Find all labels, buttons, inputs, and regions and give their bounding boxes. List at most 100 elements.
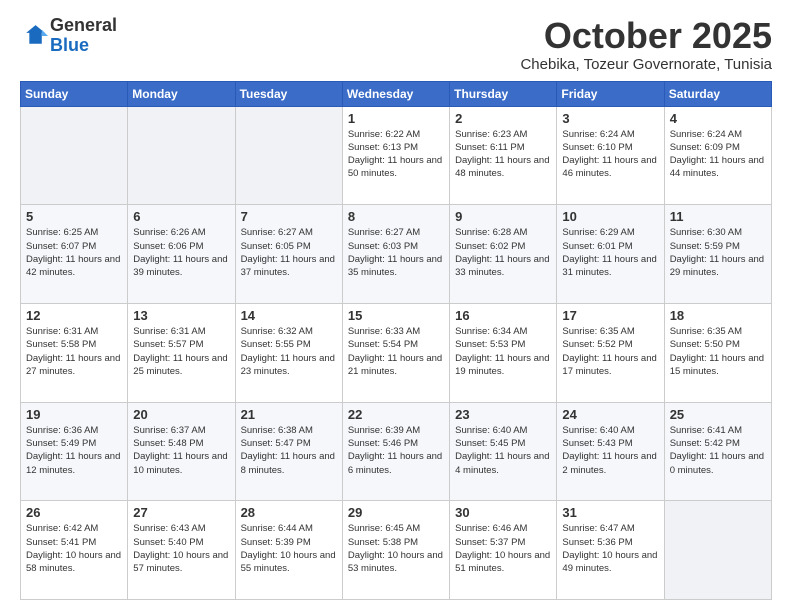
day-info: Sunrise: 6:28 AM Sunset: 6:02 PM Dayligh… bbox=[455, 226, 551, 279]
day-info: Sunrise: 6:34 AM Sunset: 5:53 PM Dayligh… bbox=[455, 325, 551, 378]
title-block: October 2025 Chebika, Tozeur Governorate… bbox=[520, 16, 772, 73]
day-number: 18 bbox=[670, 308, 766, 323]
table-row: 30 Sunrise: 6:46 AM Sunset: 5:37 PM Dayli… bbox=[450, 501, 557, 600]
day-number: 8 bbox=[348, 209, 444, 224]
day-number: 6 bbox=[133, 209, 229, 224]
day-number: 29 bbox=[348, 505, 444, 520]
table-row: 24 Sunrise: 6:40 AM Sunset: 5:43 PM Dayli… bbox=[557, 402, 664, 501]
table-row: 6 Sunrise: 6:26 AM Sunset: 6:06 PM Daylig… bbox=[128, 205, 235, 304]
table-row: 26Sunrise: 6:42 AM Sunset: 5:41 PM Dayli… bbox=[21, 501, 128, 600]
table-row bbox=[235, 106, 342, 205]
day-info: Sunrise: 6:24 AM Sunset: 6:09 PM Dayligh… bbox=[670, 128, 766, 181]
logo-blue: Blue bbox=[50, 36, 117, 56]
calendar-week-row: 26Sunrise: 6:42 AM Sunset: 5:41 PM Dayli… bbox=[21, 501, 772, 600]
col-sunday: Sunday bbox=[21, 81, 128, 106]
day-number: 28 bbox=[241, 505, 337, 520]
day-info: Sunrise: 6:30 AM Sunset: 5:59 PM Dayligh… bbox=[670, 226, 766, 279]
col-tuesday: Tuesday bbox=[235, 81, 342, 106]
day-info: Sunrise: 6:35 AM Sunset: 5:50 PM Dayligh… bbox=[670, 325, 766, 378]
day-number: 14 bbox=[241, 308, 337, 323]
table-row: 12Sunrise: 6:31 AM Sunset: 5:58 PM Dayli… bbox=[21, 303, 128, 402]
calendar-week-row: 19Sunrise: 6:36 AM Sunset: 5:49 PM Dayli… bbox=[21, 402, 772, 501]
day-number: 10 bbox=[562, 209, 658, 224]
logo-general: General bbox=[50, 16, 117, 36]
col-wednesday: Wednesday bbox=[342, 81, 449, 106]
day-info: Sunrise: 6:32 AM Sunset: 5:55 PM Dayligh… bbox=[241, 325, 337, 378]
day-number: 30 bbox=[455, 505, 551, 520]
day-number: 19 bbox=[26, 407, 122, 422]
table-row: 1Sunrise: 6:22 AM Sunset: 6:13 PM Daylig… bbox=[342, 106, 449, 205]
day-number: 3 bbox=[562, 111, 658, 126]
table-row bbox=[21, 106, 128, 205]
table-row: 18 Sunrise: 6:35 AM Sunset: 5:50 PM Dayli… bbox=[664, 303, 771, 402]
table-row: 3Sunrise: 6:24 AM Sunset: 6:10 PM Daylig… bbox=[557, 106, 664, 205]
day-info: Sunrise: 6:40 AM Sunset: 5:45 PM Dayligh… bbox=[455, 424, 551, 477]
table-row: 27 Sunrise: 6:43 AM Sunset: 5:40 PM Dayli… bbox=[128, 501, 235, 600]
table-row bbox=[664, 501, 771, 600]
day-info: Sunrise: 6:27 AM Sunset: 6:03 PM Dayligh… bbox=[348, 226, 444, 279]
col-friday: Friday bbox=[557, 81, 664, 106]
table-row: 16 Sunrise: 6:34 AM Sunset: 5:53 PM Dayli… bbox=[450, 303, 557, 402]
day-info: Sunrise: 6:43 AM Sunset: 5:40 PM Dayligh… bbox=[133, 522, 229, 575]
day-number: 2 bbox=[455, 111, 551, 126]
day-info: Sunrise: 6:39 AM Sunset: 5:46 PM Dayligh… bbox=[348, 424, 444, 477]
day-number: 23 bbox=[455, 407, 551, 422]
day-info: Sunrise: 6:23 AM Sunset: 6:11 PM Dayligh… bbox=[455, 128, 551, 181]
table-row: 10 Sunrise: 6:29 AM Sunset: 6:01 PM Dayli… bbox=[557, 205, 664, 304]
day-info: Sunrise: 6:46 AM Sunset: 5:37 PM Dayligh… bbox=[455, 522, 551, 575]
day-number: 7 bbox=[241, 209, 337, 224]
day-info: Sunrise: 6:45 AM Sunset: 5:38 PM Dayligh… bbox=[348, 522, 444, 575]
day-info: Sunrise: 6:37 AM Sunset: 5:48 PM Dayligh… bbox=[133, 424, 229, 477]
calendar: Sunday Monday Tuesday Wednesday Thursday… bbox=[20, 81, 772, 600]
day-info: Sunrise: 6:22 AM Sunset: 6:13 PM Dayligh… bbox=[348, 128, 444, 181]
day-number: 31 bbox=[562, 505, 658, 520]
day-number: 11 bbox=[670, 209, 766, 224]
table-row: 19Sunrise: 6:36 AM Sunset: 5:49 PM Dayli… bbox=[21, 402, 128, 501]
table-row: 5 Sunrise: 6:25 AM Sunset: 6:07 PM Daylig… bbox=[21, 205, 128, 304]
day-info: Sunrise: 6:47 AM Sunset: 5:36 PM Dayligh… bbox=[562, 522, 658, 575]
calendar-week-row: 5 Sunrise: 6:25 AM Sunset: 6:07 PM Daylig… bbox=[21, 205, 772, 304]
table-row: 20Sunrise: 6:37 AM Sunset: 5:48 PM Dayli… bbox=[128, 402, 235, 501]
table-row: 17 Sunrise: 6:35 AM Sunset: 5:52 PM Dayli… bbox=[557, 303, 664, 402]
day-number: 4 bbox=[670, 111, 766, 126]
day-info: Sunrise: 6:41 AM Sunset: 5:42 PM Dayligh… bbox=[670, 424, 766, 477]
day-info: Sunrise: 6:35 AM Sunset: 5:52 PM Dayligh… bbox=[562, 325, 658, 378]
header: General Blue October 2025 Chebika, Tozeu… bbox=[20, 16, 772, 73]
table-row: 21Sunrise: 6:38 AM Sunset: 5:47 PM Dayli… bbox=[235, 402, 342, 501]
logo-icon bbox=[20, 22, 48, 50]
table-row: 15Sunrise: 6:33 AM Sunset: 5:54 PM Dayli… bbox=[342, 303, 449, 402]
day-number: 5 bbox=[26, 209, 122, 224]
day-number: 15 bbox=[348, 308, 444, 323]
day-info: Sunrise: 6:31 AM Sunset: 5:58 PM Dayligh… bbox=[26, 325, 122, 378]
calendar-week-row: 1Sunrise: 6:22 AM Sunset: 6:13 PM Daylig… bbox=[21, 106, 772, 205]
location-subtitle: Chebika, Tozeur Governorate, Tunisia bbox=[520, 56, 772, 73]
table-row: 11 Sunrise: 6:30 AM Sunset: 5:59 PM Dayli… bbox=[664, 205, 771, 304]
table-row bbox=[128, 106, 235, 205]
table-row: 23 Sunrise: 6:40 AM Sunset: 5:45 PM Dayli… bbox=[450, 402, 557, 501]
month-title: October 2025 bbox=[520, 16, 772, 56]
logo-text: General Blue bbox=[50, 16, 117, 56]
col-thursday: Thursday bbox=[450, 81, 557, 106]
table-row: 2 Sunrise: 6:23 AM Sunset: 6:11 PM Daylig… bbox=[450, 106, 557, 205]
calendar-header-row: Sunday Monday Tuesday Wednesday Thursday… bbox=[21, 81, 772, 106]
table-row: 28 Sunrise: 6:44 AM Sunset: 5:39 PM Dayli… bbox=[235, 501, 342, 600]
day-number: 24 bbox=[562, 407, 658, 422]
day-number: 22 bbox=[348, 407, 444, 422]
day-number: 27 bbox=[133, 505, 229, 520]
table-row: 14 Sunrise: 6:32 AM Sunset: 5:55 PM Dayli… bbox=[235, 303, 342, 402]
table-row: 25 Sunrise: 6:41 AM Sunset: 5:42 PM Dayli… bbox=[664, 402, 771, 501]
day-info: Sunrise: 6:44 AM Sunset: 5:39 PM Dayligh… bbox=[241, 522, 337, 575]
day-number: 9 bbox=[455, 209, 551, 224]
calendar-week-row: 12Sunrise: 6:31 AM Sunset: 5:58 PM Dayli… bbox=[21, 303, 772, 402]
day-info: Sunrise: 6:26 AM Sunset: 6:06 PM Dayligh… bbox=[133, 226, 229, 279]
table-row: 7Sunrise: 6:27 AM Sunset: 6:05 PM Daylig… bbox=[235, 205, 342, 304]
day-number: 26 bbox=[26, 505, 122, 520]
day-number: 25 bbox=[670, 407, 766, 422]
table-row: 9 Sunrise: 6:28 AM Sunset: 6:02 PM Daylig… bbox=[450, 205, 557, 304]
day-number: 16 bbox=[455, 308, 551, 323]
col-saturday: Saturday bbox=[664, 81, 771, 106]
day-info: Sunrise: 6:29 AM Sunset: 6:01 PM Dayligh… bbox=[562, 226, 658, 279]
day-info: Sunrise: 6:40 AM Sunset: 5:43 PM Dayligh… bbox=[562, 424, 658, 477]
day-info: Sunrise: 6:25 AM Sunset: 6:07 PM Dayligh… bbox=[26, 226, 122, 279]
day-number: 17 bbox=[562, 308, 658, 323]
